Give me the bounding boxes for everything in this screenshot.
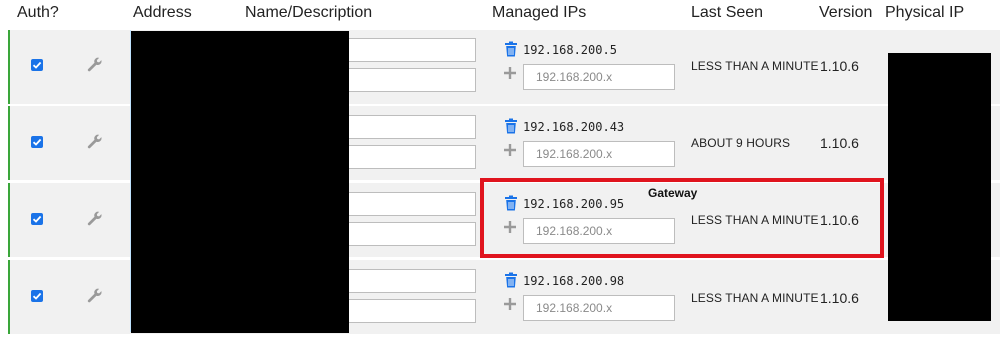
wrench-icon[interactable]: [86, 287, 104, 305]
auth-checkbox[interactable]: [31, 59, 43, 71]
plus-icon[interactable]: [503, 66, 517, 80]
trash-icon[interactable]: [503, 118, 519, 134]
description-field[interactable]: [339, 299, 476, 323]
plus-icon[interactable]: [503, 297, 517, 311]
column-header-version: Version: [819, 4, 873, 21]
add-ip-input[interactable]: [523, 295, 675, 321]
checkbox-checked-icon: [32, 215, 42, 223]
description-field[interactable]: [339, 145, 476, 169]
description-field[interactable]: [339, 68, 476, 92]
checkbox-checked-icon: [32, 138, 42, 146]
column-header-last-seen: Last Seen: [691, 4, 764, 21]
column-header-physical-ip: Physical IP: [885, 4, 965, 21]
version-value: 1.10.6: [820, 58, 859, 74]
version-value: 1.10.6: [820, 135, 859, 151]
gateway-label: Gateway: [648, 186, 698, 200]
redacted-address: [131, 31, 349, 333]
name-field[interactable]: [339, 192, 476, 216]
last-seen-value: LESS THAN A MINUTE: [691, 59, 819, 73]
column-header-address: Address: [133, 4, 192, 21]
column-header-name: Name/Description: [245, 4, 373, 21]
last-seen-value: ABOUT 9 HOURS: [691, 136, 791, 150]
managed-ip-value: 192.168.200.98: [523, 274, 625, 288]
trash-icon[interactable]: [503, 41, 519, 57]
redacted-physical-ip: [888, 53, 991, 321]
auth-checkbox[interactable]: [31, 290, 43, 302]
managed-ip-value: 192.168.200.43: [523, 120, 625, 134]
wrench-icon[interactable]: [86, 56, 104, 74]
wrench-icon[interactable]: [86, 210, 104, 228]
column-header-auth: Auth?: [17, 4, 59, 21]
checkbox-checked-icon: [32, 292, 42, 300]
name-field[interactable]: [339, 38, 476, 62]
description-field[interactable]: [339, 222, 476, 246]
add-ip-input[interactable]: [523, 64, 675, 90]
trash-icon[interactable]: [503, 272, 519, 288]
auth-checkbox[interactable]: [31, 213, 43, 225]
name-field[interactable]: [339, 115, 476, 139]
managed-ip-value: 192.168.200.5: [523, 43, 617, 57]
plus-icon[interactable]: [503, 143, 517, 157]
column-header-managed-ips: Managed IPs: [492, 4, 587, 21]
auth-checkbox[interactable]: [31, 136, 43, 148]
checkbox-checked-icon: [32, 61, 42, 69]
version-value: 1.10.6: [820, 290, 859, 306]
name-field[interactable]: [339, 269, 476, 293]
last-seen-value: LESS THAN A MINUTE: [691, 291, 819, 305]
table-header: Auth? Address Name/Description Managed I…: [0, 0, 1000, 30]
wrench-icon[interactable]: [86, 133, 104, 151]
add-ip-input[interactable]: [523, 141, 675, 167]
